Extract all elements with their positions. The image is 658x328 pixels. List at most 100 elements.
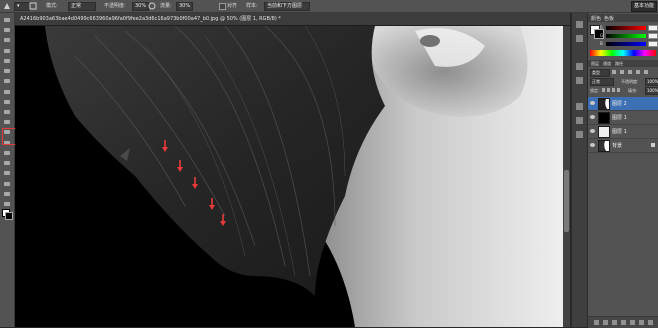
layer-row[interactable]: 图层 1 (588, 125, 658, 139)
eye-icon[interactable] (590, 101, 595, 105)
layer-style-icon[interactable] (603, 320, 608, 325)
layer-opacity-field[interactable]: 100% (645, 78, 658, 86)
document-tab-title[interactable]: A2416b903a63bae4d0499c663960a96fa0f9fee2… (20, 15, 281, 22)
layer-row[interactable]: 图层 1 (588, 111, 658, 125)
green-value-field[interactable] (648, 33, 658, 39)
link-layers-icon[interactable] (594, 320, 599, 325)
mode-select[interactable]: 正常 (68, 2, 96, 11)
new-group-icon[interactable] (630, 320, 635, 325)
layer-thumbnail (598, 126, 610, 138)
type-tool-icon[interactable] (3, 170, 11, 176)
tab-layers[interactable]: 图层 (591, 61, 599, 67)
channel-g-label: G (600, 33, 604, 38)
hand-tool-icon[interactable] (3, 201, 11, 207)
tab-swatches[interactable]: 色板 (604, 15, 614, 22)
move-tool-icon[interactable] (3, 17, 11, 23)
red-arrow-annotation (220, 214, 226, 226)
eye-icon[interactable] (590, 129, 595, 133)
sample-select[interactable]: 当前和下方图层 (264, 2, 310, 11)
annotation-layer (162, 140, 226, 226)
layer-row[interactable]: 图层 2 (588, 97, 658, 111)
image-canvas[interactable] (15, 26, 563, 327)
character-panel-icon[interactable] (576, 131, 583, 138)
channel-b-label: B (600, 41, 603, 46)
flow-field[interactable]: 30% (176, 2, 193, 11)
path-select-tool-icon[interactable] (3, 181, 11, 187)
blue-slider[interactable] (606, 42, 646, 46)
red-arrow-annotation (177, 160, 183, 172)
healing-brush-tool-icon[interactable] (3, 78, 11, 84)
quick-select-tool-icon[interactable] (3, 48, 11, 54)
lock-icon (651, 143, 655, 147)
red-arrow-annotation (162, 140, 168, 152)
align-checkbox[interactable] (219, 3, 226, 10)
layer-name[interactable]: 背景 (612, 142, 622, 149)
brush-preset-icon[interactable] (3, 2, 11, 10)
red-arrow-annotation (192, 177, 198, 189)
fill-label: 填充: (628, 88, 638, 93)
lock-icons[interactable] (602, 88, 622, 93)
layer-kind-filter[interactable]: 类型 (590, 69, 610, 77)
new-layer-icon[interactable] (639, 320, 644, 325)
workspace-button[interactable]: 基本功能 (631, 1, 657, 12)
eyedropper-tool-icon[interactable] (3, 68, 11, 74)
dodge-tool-icon[interactable] (3, 150, 11, 156)
info-panel-icon[interactable] (576, 63, 583, 70)
flow-label: 流量: (160, 3, 172, 9)
layer-row[interactable]: 背景 (588, 139, 658, 153)
tab-color[interactable]: 颜色 (591, 15, 601, 22)
tools-panel (0, 13, 15, 327)
clone-source-panel-icon[interactable] (576, 117, 583, 124)
brush-panel-icon[interactable] (576, 103, 583, 110)
lock-label: 锁定: (590, 88, 600, 93)
brush-panel-toggle-icon[interactable] (29, 2, 37, 10)
sample-label: 样本: (246, 3, 258, 9)
delete-layer-icon[interactable] (648, 320, 653, 325)
brush-tool-icon[interactable] (3, 89, 11, 95)
tab-channels[interactable]: 通道 (603, 61, 611, 67)
eye-icon[interactable] (590, 115, 595, 119)
layer-thumbnail (598, 112, 610, 124)
options-bar: ▾ 模式: 正常 不透明度: 30% 流量: 30% 对齐 样本: 当前和下方图… (0, 0, 658, 13)
eye-icon[interactable] (590, 143, 595, 147)
align-label: 对齐 (227, 3, 238, 9)
scrollbar-thumb[interactable] (564, 170, 569, 232)
adjustment-layer-icon[interactable] (621, 320, 626, 325)
layer-filter-icons[interactable] (612, 70, 652, 75)
layers-panel-footer (588, 316, 658, 328)
layer-blend-mode-select[interactable]: 正常 (590, 78, 614, 86)
add-mask-icon[interactable] (612, 320, 617, 325)
red-slider[interactable] (606, 26, 646, 30)
blue-value-field[interactable] (648, 41, 658, 47)
channel-r-label: R (600, 25, 603, 30)
color-spectrum-bar[interactable] (590, 50, 656, 56)
layer-name[interactable]: 图层 1 (612, 128, 627, 135)
background-color-swatch[interactable] (5, 212, 13, 220)
marquee-tool-icon[interactable] (3, 27, 11, 33)
layer-name[interactable]: 图层 2 (612, 100, 627, 107)
green-slider[interactable] (606, 34, 646, 38)
panel-dock (571, 13, 587, 327)
fill-field[interactable]: 100% (645, 87, 658, 95)
opacity-label: 不透明度: (104, 3, 126, 9)
tab-paths[interactable]: 路径 (615, 61, 623, 67)
layer-name[interactable]: 图层 1 (612, 114, 627, 121)
actions-panel-icon[interactable] (576, 35, 583, 42)
history-panel-icon[interactable] (576, 21, 583, 28)
crop-tool-icon[interactable] (3, 58, 11, 64)
pressure-opacity-icon[interactable] (148, 2, 156, 10)
properties-panel-icon[interactable] (576, 77, 583, 84)
layer-opacity-label: 不透明度: (621, 79, 639, 84)
red-arrow-annotation (209, 198, 215, 210)
clone-stamp-tool-icon[interactable] (3, 99, 11, 105)
layer-thumbnail (598, 140, 610, 152)
brush-size-picker[interactable]: ▾ (14, 2, 30, 11)
opacity-field[interactable]: 30% (132, 2, 149, 11)
pen-tool-icon[interactable] (3, 160, 11, 166)
history-brush-tool-icon[interactable] (3, 109, 11, 115)
shape-tool-icon[interactable] (3, 191, 11, 197)
eraser-tool-icon[interactable] (3, 119, 11, 125)
red-value-field[interactable] (648, 25, 658, 31)
layer-thumbnail (598, 98, 610, 110)
lasso-tool-icon[interactable] (3, 37, 11, 43)
